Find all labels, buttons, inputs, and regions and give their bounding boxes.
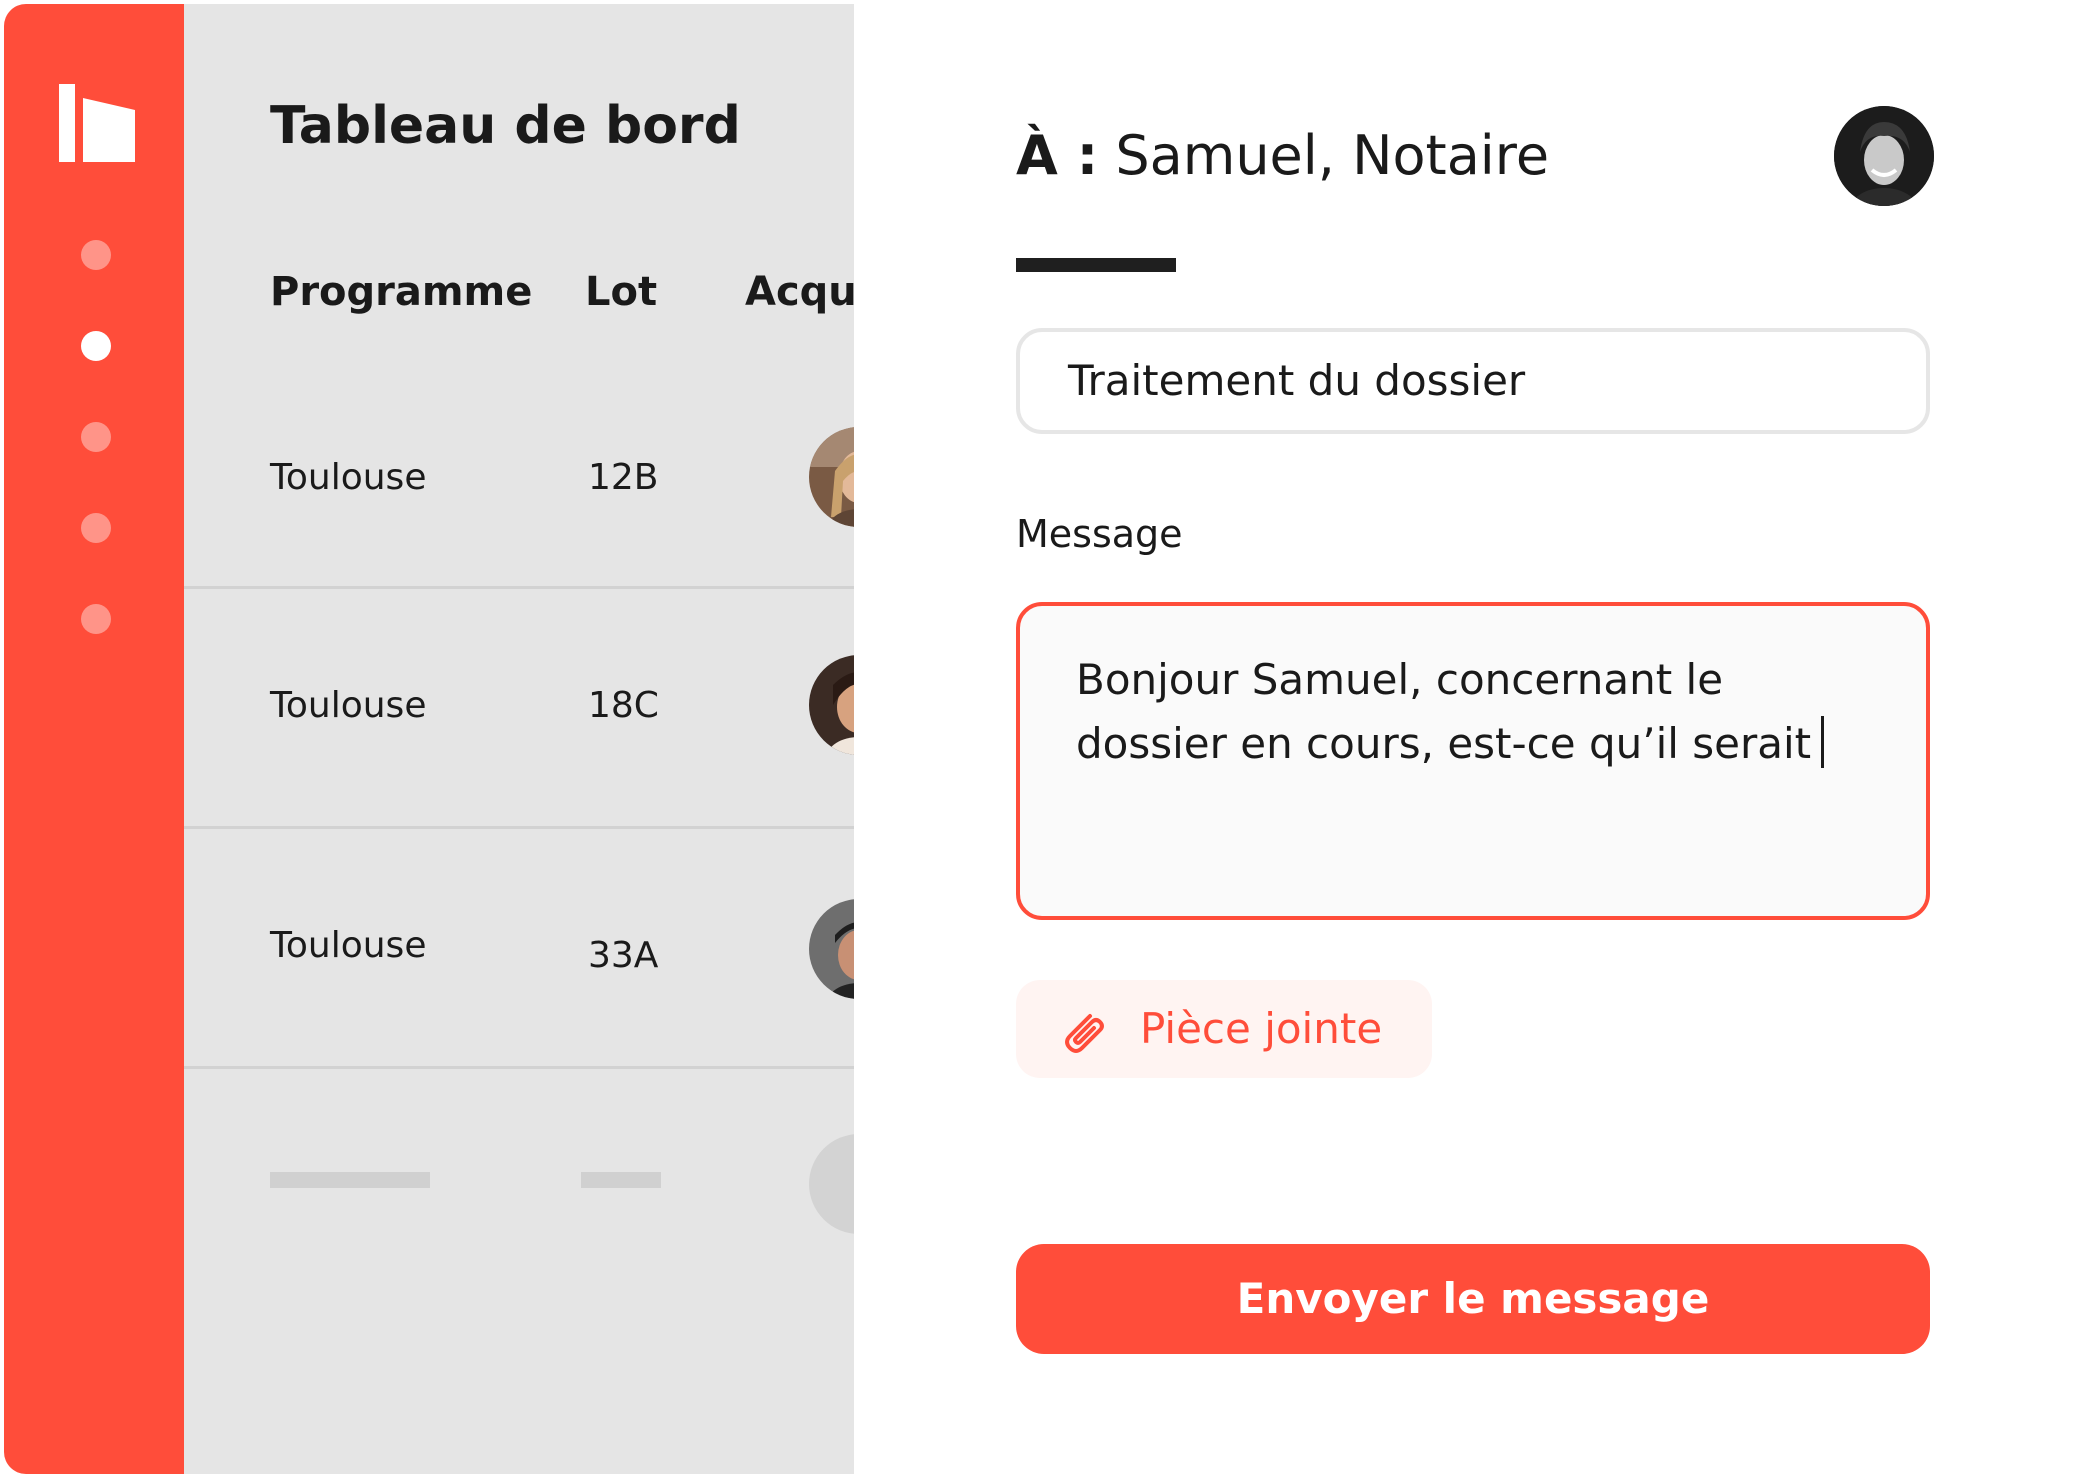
avatar [809,899,854,999]
message-label: Message [1016,512,1183,556]
heading-underline [1016,258,1176,272]
placeholder-avatar [809,1134,854,1234]
sidebar [4,4,184,1474]
cell-lot: 33A [588,935,659,976]
app-window: Tableau de bord Programme Lot Acqu Toulo… [4,4,2080,1474]
cell-lot: 18C [588,685,659,726]
column-header-lot[interactable]: Lot [585,269,657,315]
text-caret [1821,716,1825,768]
placeholder-bar [270,1172,430,1188]
recipient-prefix: À : [1016,124,1099,187]
cell-programme: Toulouse [270,457,427,498]
sidebar-nav-dot-3[interactable] [81,422,111,452]
table-row[interactable]: Toulouse 18C [184,589,854,829]
message-text-line: dossier en cours, est-ce qu’il serait [1076,712,1870,776]
recipient-heading: À : Samuel, Notaire [1016,124,1549,187]
cell-lot: 12B [588,457,659,498]
table-row[interactable]: Toulouse 12B [184,359,854,589]
avatar [809,427,854,527]
message-text-line: Bonjour Samuel, concernant le [1076,655,1724,704]
sidebar-nav-dot-4[interactable] [81,513,111,543]
sidebar-nav-dot-1[interactable] [81,240,111,270]
cell-programme: Toulouse [270,925,427,966]
message-panel: À : Samuel, Notaire Traitement du dossie… [854,4,2080,1474]
sidebar-nav-dot-2-active[interactable] [81,331,111,361]
paperclip-icon [1065,1014,1104,1053]
recipient-name: Samuel, Notaire [1115,124,1550,187]
avatar [1834,106,1934,206]
dashboard-panel: Tableau de bord Programme Lot Acqu Toulo… [184,4,854,1474]
building-logo-icon[interactable] [59,84,135,162]
avatar [809,655,854,755]
message-text-line-content: dossier en cours, est-ce qu’il serait [1076,719,1812,768]
table-row[interactable]: Toulouse 33A [184,829,854,1069]
send-message-button[interactable]: Envoyer le message [1016,1244,1930,1354]
cell-programme: Toulouse [270,685,427,726]
attachment-button[interactable]: Pièce jointe [1016,980,1432,1078]
column-header-programme[interactable]: Programme [270,269,532,315]
message-textarea[interactable]: Bonjour Samuel, concernant le dossier en… [1016,602,1930,920]
column-header-acquereur[interactable]: Acqu [745,269,854,315]
placeholder-bar [581,1172,661,1188]
page-title: Tableau de bord [270,96,741,156]
subject-input[interactable]: Traitement du dossier [1016,328,1930,434]
attachment-label: Pièce jointe [1140,1004,1383,1053]
sidebar-nav-dot-5[interactable] [81,604,111,634]
